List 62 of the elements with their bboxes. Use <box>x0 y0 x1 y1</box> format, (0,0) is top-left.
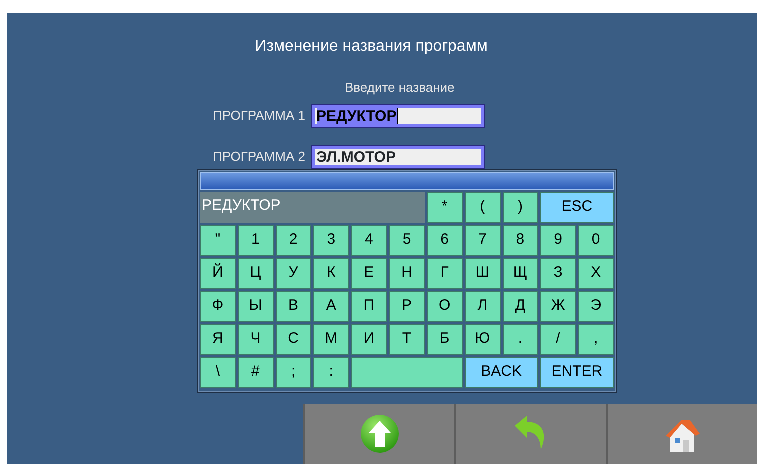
key[interactable]: ( <box>464 192 501 223</box>
key[interactable]: 3 <box>313 225 350 256</box>
key[interactable]: В <box>276 291 312 322</box>
key[interactable]: Н <box>389 258 425 289</box>
key[interactable]: 8 <box>502 225 538 256</box>
key[interactable]: BACK <box>464 357 538 388</box>
key[interactable]: Б <box>426 324 463 355</box>
key[interactable]: : <box>313 357 350 388</box>
key[interactable]: 5 <box>389 225 425 256</box>
key[interactable]: 1 <box>238 225 274 256</box>
hint-label: Введите название <box>345 79 455 97</box>
key[interactable]: Л <box>464 291 501 322</box>
screen-title: Изменение названия программ <box>254 37 489 57</box>
key[interactable]: Г <box>426 258 463 289</box>
key[interactable]: Е <box>351 258 388 289</box>
key[interactable]: 7 <box>464 225 501 256</box>
key[interactable]: О <box>426 291 463 322</box>
key[interactable]: Т <box>389 324 425 355</box>
key[interactable]: \ <box>200 357 236 388</box>
key[interactable]: С <box>276 324 312 355</box>
key[interactable]: " <box>200 225 236 256</box>
key[interactable]: Щ <box>502 258 538 289</box>
key[interactable]: Ю <box>464 324 501 355</box>
input-field[interactable]: РЕДУКТОР <box>310 104 485 128</box>
key[interactable]: П <box>351 291 388 322</box>
key[interactable]: Ж <box>540 291 576 322</box>
key[interactable]: Х <box>578 258 614 289</box>
key[interactable]: * <box>426 192 463 223</box>
field-label: ПРОГРАММА 2 <box>213 148 306 166</box>
key[interactable]: А <box>313 291 350 322</box>
key[interactable]: У <box>276 258 312 289</box>
space-key[interactable] <box>351 357 463 388</box>
key[interactable]: 4 <box>351 225 388 256</box>
key[interactable]: ) <box>502 192 538 223</box>
key[interactable]: 9 <box>540 225 576 256</box>
key[interactable]: Р <box>389 291 425 322</box>
key[interactable]: # <box>238 357 274 388</box>
key[interactable]: Э <box>578 291 614 322</box>
key[interactable]: 0 <box>578 225 614 256</box>
keyboard-display: РЕДУКТОР <box>200 192 425 223</box>
input-field[interactable]: ЭЛ.МОТОР <box>310 145 485 169</box>
key[interactable]: З <box>540 258 576 289</box>
key[interactable]: Ч <box>238 324 274 355</box>
key[interactable]: И <box>351 324 388 355</box>
field-label: ПРОГРАММА 1 <box>213 107 306 126</box>
key[interactable]: ; <box>276 357 312 388</box>
key[interactable]: Ы <box>238 291 274 322</box>
key[interactable]: Ф <box>200 291 236 322</box>
key[interactable]: 2 <box>276 225 312 256</box>
key[interactable]: / <box>540 324 576 355</box>
key[interactable]: 6 <box>426 225 463 256</box>
key[interactable]: М <box>313 324 350 355</box>
key[interactable]: Я <box>200 324 236 355</box>
key[interactable]: ENTER <box>540 357 614 388</box>
key[interactable]: Ш <box>464 258 501 289</box>
key[interactable]: Д <box>502 291 538 322</box>
key[interactable]: Ц <box>238 258 274 289</box>
key[interactable]: , <box>578 324 614 355</box>
key[interactable]: Й <box>200 258 236 289</box>
key[interactable]: . <box>502 324 538 355</box>
key[interactable]: ESC <box>540 192 614 223</box>
key[interactable]: К <box>313 258 350 289</box>
